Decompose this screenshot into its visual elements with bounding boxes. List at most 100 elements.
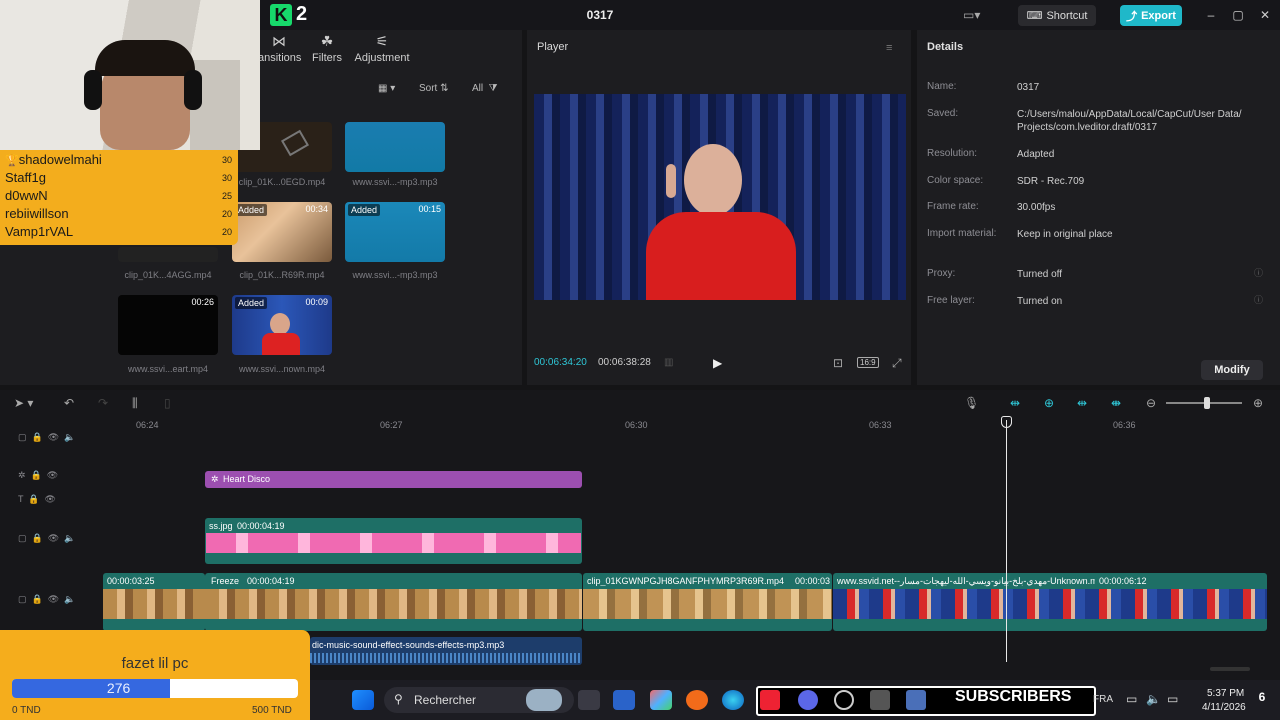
goal-min-label: 0 TND [12,705,41,716]
subscribers-label: SUBSCRIBERS [955,688,1072,705]
maximize-icon[interactable]: ▢ [1231,8,1245,22]
clock-time[interactable]: 5:37 PM [1207,688,1244,699]
discord-icon[interactable] [798,690,818,710]
search-highlight-icon[interactable] [526,689,562,711]
detail-value-saved: C:/Users/malou/AppData/Local/CapCut/User… [1017,109,1242,133]
copilot-icon[interactable] [650,690,672,710]
leaderboard-name: rebiiwillson [5,206,69,221]
detail-label-framerate: Frame rate: [927,201,979,212]
modify-button[interactable]: Modify [1201,360,1263,380]
main-clip-0[interactable]: 00:00:03:25 [103,573,205,631]
video-preview[interactable] [534,94,906,300]
media-thumb-2[interactable] [118,247,218,262]
layout-icon[interactable]: ▭▾ [963,8,987,22]
battery-icon[interactable]: ▭ [1167,692,1178,706]
play-button[interactable]: ▶ [713,356,722,370]
clip-name: Freeze [211,576,240,586]
effect-clip[interactable]: ✲ Heart Disco [205,471,582,488]
adjustment-icon: ⚟ [375,33,389,49]
minimize-icon[interactable]: – [1204,8,1218,22]
screenshot-icon[interactable]: ⊡ [833,356,843,370]
zoom-slider-handle[interactable] [1204,397,1210,409]
added-badge: Added [348,204,381,216]
effect-track-controls[interactable]: ✲ 🔒 👁 [18,470,58,481]
tab-adjustment[interactable]: ⚟ Adjustment [352,33,412,64]
audio-clip[interactable]: dic-music-sound-effect-sounds-effects-mp… [310,637,582,665]
sort-button[interactable]: Sort ⇅ [419,80,449,96]
app-icon-blue[interactable] [906,690,926,710]
snap-icon[interactable]: ⇹ [1077,396,1087,410]
leaderboard-score: 25 [222,191,233,201]
select-tool-icon[interactable]: ➤ ▾ [14,396,33,410]
timeline-view-icon[interactable]: ▥ [664,357,673,368]
playhead[interactable] [1006,420,1007,662]
ruler-tick: 06:30 [625,420,648,430]
timeline-scrollbar[interactable] [1210,667,1250,671]
preview-axis-icon[interactable]: ⇼ [1111,396,1121,410]
fullscreen-icon[interactable]: ⤢ [892,356,902,371]
tab-filters[interactable]: ☘ Filters [310,33,344,64]
media-thumb-4[interactable]: Added 00:15 [345,202,445,262]
overlay-clip[interactable]: ss.jpg 00:00:04:19 [205,518,582,564]
zoom-in-icon[interactable]: ⊕ [1253,396,1263,410]
tab-transitions[interactable]: ⋈ ansitions [258,33,301,64]
pen-app-icon[interactable] [613,690,635,710]
network-icon[interactable]: ▭ [1126,692,1137,706]
leaderboard-name: Vamp1rVAL [5,224,74,239]
export-button[interactable]: ⤴ Export [1120,5,1182,26]
main-track-controls[interactable]: ▢ 🔒 👁 🔈 [18,594,75,605]
media-thumb-3[interactable]: Added 00:34 [232,202,332,262]
added-badge: Added [235,204,268,216]
media-duration: 00:15 [418,204,441,214]
task-view-icon[interactable] [578,690,600,710]
main-clip-1[interactable]: Freeze 00:00:04:19 [205,573,582,631]
volume-icon[interactable]: 🔈 [1146,692,1161,706]
app-icon-red[interactable] [760,690,780,710]
windows-start-icon[interactable] [352,690,374,710]
media-thumb-1[interactable] [345,122,445,172]
brave-icon[interactable] [686,690,708,710]
info-icon[interactable]: ⓘ [1254,266,1263,279]
info-icon[interactable]: ⓘ [1254,293,1263,306]
ratio-button[interactable]: 16:9 [857,357,879,368]
clip-duration: 00:00:06:12 [1099,576,1147,586]
redo-icon[interactable]: ↷ [98,396,108,410]
detail-label-saved: Saved: [927,108,959,119]
language-indicator[interactable]: FRA [1093,694,1113,705]
split-icon[interactable]: ⫼ [132,396,138,411]
obs-icon[interactable] [834,690,854,710]
leaderboard-score: 30 [222,155,233,165]
clock-date[interactable]: 4/11/2026 [1202,702,1246,713]
overlay-track-controls[interactable]: ▢ 🔒 👁 🔈 [18,533,75,544]
undo-icon[interactable]: ↶ [64,396,74,410]
media-label-1: www.ssvi...-mp3.mp3 [352,177,438,187]
magnet-icon[interactable]: ⊕ [1044,396,1054,410]
edge-icon[interactable] [722,690,744,710]
media-thumb-6[interactable]: Added 00:09 [232,295,332,355]
project-title: 0317 [586,8,614,22]
microphone-icon[interactable]: 🎙 [964,396,979,410]
goal-progress-bar: 276 [12,679,298,698]
close-icon[interactable]: ✕ [1258,8,1272,22]
clip-name: clip_01KGWNPGJH8GANFPHYMRP3R69R.mp4 [587,576,785,586]
shortcut-button[interactable]: ⌨ Shortcut [1018,5,1096,26]
details-title: Details [927,41,964,53]
notification-badge[interactable]: 6 [1254,690,1270,706]
zoom-out-icon[interactable]: ⊖ [1146,396,1156,410]
detail-value-proxy: Turned off [1017,269,1063,280]
grid-view-icon[interactable]: ▦ ▾ [378,80,395,96]
detail-value-framerate: 30.00fps [1017,202,1056,213]
main-clip-3[interactable]: www.ssvid.net--مهدي-بلخ-بيانو-ويسي-الله-… [833,573,1267,631]
track-controls[interactable]: ▢ 🔒 👁 🔈 [18,432,75,443]
text-track-controls[interactable]: T 🔒 👁 [18,494,56,505]
media-thumb-5[interactable]: 00:26 [118,295,218,355]
link-icon[interactable]: ⇹ [1010,396,1020,410]
goal-progress-fill [12,679,170,698]
trophy-icon: 🏆 [5,155,19,167]
delete-icon[interactable]: ▯ [164,396,171,410]
all-filter-button[interactable]: All ⧩ [472,80,498,96]
leaderboard-score: 20 [222,227,233,237]
capcut-taskbar-icon[interactable] [870,690,890,710]
player-menu-icon[interactable]: ≡ [886,42,892,54]
main-clip-2[interactable]: clip_01KGWNPGJH8GANFPHYMRP3R69R.mp4 00:0… [583,573,832,631]
